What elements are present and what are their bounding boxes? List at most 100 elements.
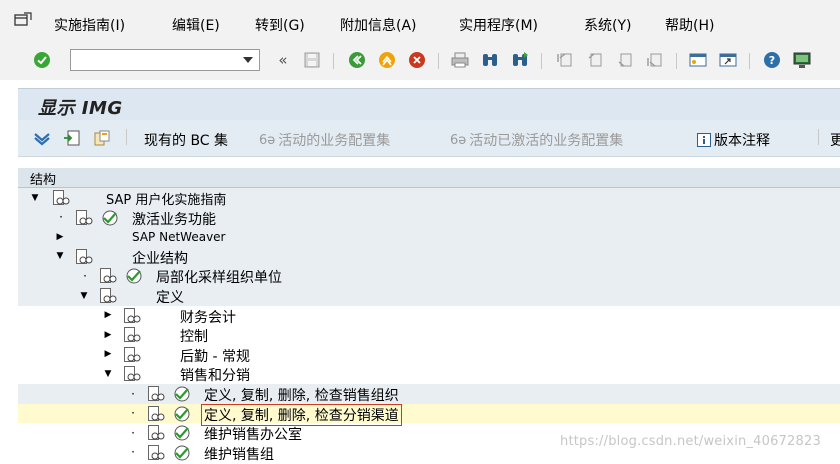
glasses-icon[interactable] [99,287,117,305]
page-title: 显示 IMG [38,98,123,119]
execute-clock-icon[interactable] [173,405,191,423]
glasses-icon[interactable] [52,189,70,207]
collapse-triangle-icon[interactable]: ▼ [30,188,40,207]
menu-utilities[interactable]: 实用程序(M) [459,15,538,35]
documentation-icon[interactable] [92,128,112,148]
enter-icon[interactable] [32,50,52,70]
tree-node[interactable]: ▼ 定义 [18,286,840,306]
tree-node[interactable]: ▼ 销售和分销 [18,364,840,384]
tree-node[interactable]: ▶ 后勤 - 常规 [18,345,840,365]
glasses-icon[interactable] [75,248,93,266]
tree-node-label[interactable]: 控制 [180,326,208,346]
execute-clock-icon[interactable] [125,267,143,285]
active-bc-sets-label: 活动的业务配置集 [278,133,391,149]
cancel-icon[interactable] [407,50,427,70]
leaf-bullet-icon: · [131,425,135,440]
collapse-toolbar-icon[interactable]: « [273,50,293,70]
expand-triangle-icon[interactable]: ▶ [103,345,113,364]
last-page-icon[interactable] [645,50,665,70]
save-icon[interactable] [302,50,322,70]
tree-node[interactable]: · 激活业务功能 [18,207,840,229]
glasses-icon[interactable] [147,444,165,462]
tree-node-label[interactable]: SAP 用户化实施指南 [106,189,226,208]
watermark-text: https://blog.csdn.net/weixin_40672823 [560,434,821,449]
menu-system[interactable]: 系统(Y) [584,15,631,35]
tree-node-selected[interactable]: · 定义, 复制, 删除, 检查分销渠道 [18,403,840,426]
tree-node-root[interactable]: ▼ SAP 用户化实施指南 [18,188,840,208]
tree-node-label[interactable]: 财务会计 [180,307,236,327]
tree-node[interactable]: ▶ 控制 [18,325,840,345]
print-icon[interactable] [450,50,470,70]
glasses-icon[interactable] [75,209,93,227]
tree-node-label[interactable]: 维护销售办公室 [204,424,302,444]
toolbar-separator [333,53,334,69]
command-field[interactable] [70,49,260,71]
toolbar-separator [676,53,677,69]
more-button[interactable]: 更 [830,130,840,150]
tree-node-label[interactable]: 激活业务功能 [132,209,216,229]
expand-triangle-icon[interactable]: ▶ [103,306,113,325]
tree-node-label[interactable]: SAP NetWeaver [132,230,225,244]
create-session-icon[interactable] [688,50,708,70]
tree-node[interactable]: · 定义, 复制, 删除, 检查销售组织 [18,384,840,404]
img-structure-tree: 结构 ▼ SAP 用户化实施指南 · 激活业务功能 ▶ SAP NetWeave… [18,168,840,463]
tree-node-label[interactable]: 定义 [156,287,184,307]
execute-clock-icon[interactable] [173,424,191,442]
collapse-triangle-icon[interactable]: ▼ [55,247,65,266]
find-icon[interactable] [480,50,500,70]
current-bc-set-button[interactable]: 现有的 BC 集 [144,130,228,150]
glasses-icon[interactable] [99,267,117,285]
shortcut-icon[interactable] [718,50,738,70]
application-toolbar: 现有的 BC 集 6ə 活动的业务配置集 6ə 活动已激活的业务配置集 版本注释 更 [18,120,840,157]
menu-extras[interactable]: 附加信息(A) [340,15,417,35]
find-next-icon[interactable] [510,50,530,70]
next-page-icon[interactable] [615,50,635,70]
tree-node[interactable]: · 局部化采样组织单位 [18,266,840,286]
toolbar-separator [438,53,439,69]
menu-implementation-guide[interactable]: 实施指南(I) [54,15,125,35]
tree-node-label[interactable]: 后勤 - 常规 [180,346,250,366]
glasses-icon[interactable] [147,424,165,442]
command-history-chevron-down-icon[interactable] [243,57,253,63]
menu-help[interactable]: 帮助(H) [665,15,714,35]
back-icon[interactable] [347,50,367,70]
active-bc-sets-button[interactable]: 6ə 活动的业务配置集 [259,130,390,150]
expand-triangle-icon[interactable]: ▶ [103,325,113,344]
help-icon[interactable]: ? [762,50,782,70]
first-page-icon[interactable] [555,50,575,70]
glasses-icon[interactable] [123,346,141,364]
where-used-icon[interactable] [62,128,82,148]
menu-edit[interactable]: 编辑(E) [172,15,220,35]
glasses-icon[interactable] [123,326,141,344]
leaf-bullet-icon: · [131,386,135,401]
tree-node-label[interactable]: 维护销售组 [204,444,274,464]
tree-node[interactable]: ▶ SAP NetWeaver [18,227,840,247]
glasses-icon[interactable] [123,365,141,383]
standard-toolbar: « ? [0,44,840,80]
tree-node-label[interactable]: 销售和分销 [180,365,250,385]
execute-clock-icon[interactable] [101,209,119,227]
release-notes-button[interactable]: 版本注释 [697,130,770,150]
previous-page-icon[interactable] [585,50,605,70]
tree-node-label[interactable]: 定义, 复制, 删除, 检查分销渠道 [201,403,402,426]
tree-node-label[interactable]: 企业结构 [132,248,188,268]
collapse-triangle-icon[interactable]: ▼ [79,286,89,305]
exit-icon[interactable] [377,50,397,70]
glasses-icon[interactable] [147,405,165,423]
tree-node-label[interactable]: 局部化采样组织单位 [156,267,282,287]
expand-subtree-icon[interactable] [32,128,52,148]
more-label: 更 [830,133,840,149]
collapse-triangle-icon[interactable]: ▼ [103,364,113,383]
glasses-icon[interactable] [123,307,141,325]
execute-clock-icon[interactable] [173,444,191,462]
menu-goto[interactable]: 转到(G) [255,15,305,35]
tree-node-label[interactable]: 定义, 复制, 删除, 检查销售组织 [204,385,399,405]
glasses-icon[interactable] [147,385,165,403]
execute-clock-icon[interactable] [173,385,191,403]
menu-window-icon[interactable] [14,12,32,28]
activated-bc-sets-button[interactable]: 6ə 活动已激活的业务配置集 [450,130,623,150]
expand-triangle-icon[interactable]: ▶ [55,227,65,246]
tree-node[interactable]: ▼ 企业结构 [18,246,840,268]
tree-node[interactable]: ▶ 财务会计 [18,306,840,326]
layout-menu-icon[interactable] [792,50,812,70]
